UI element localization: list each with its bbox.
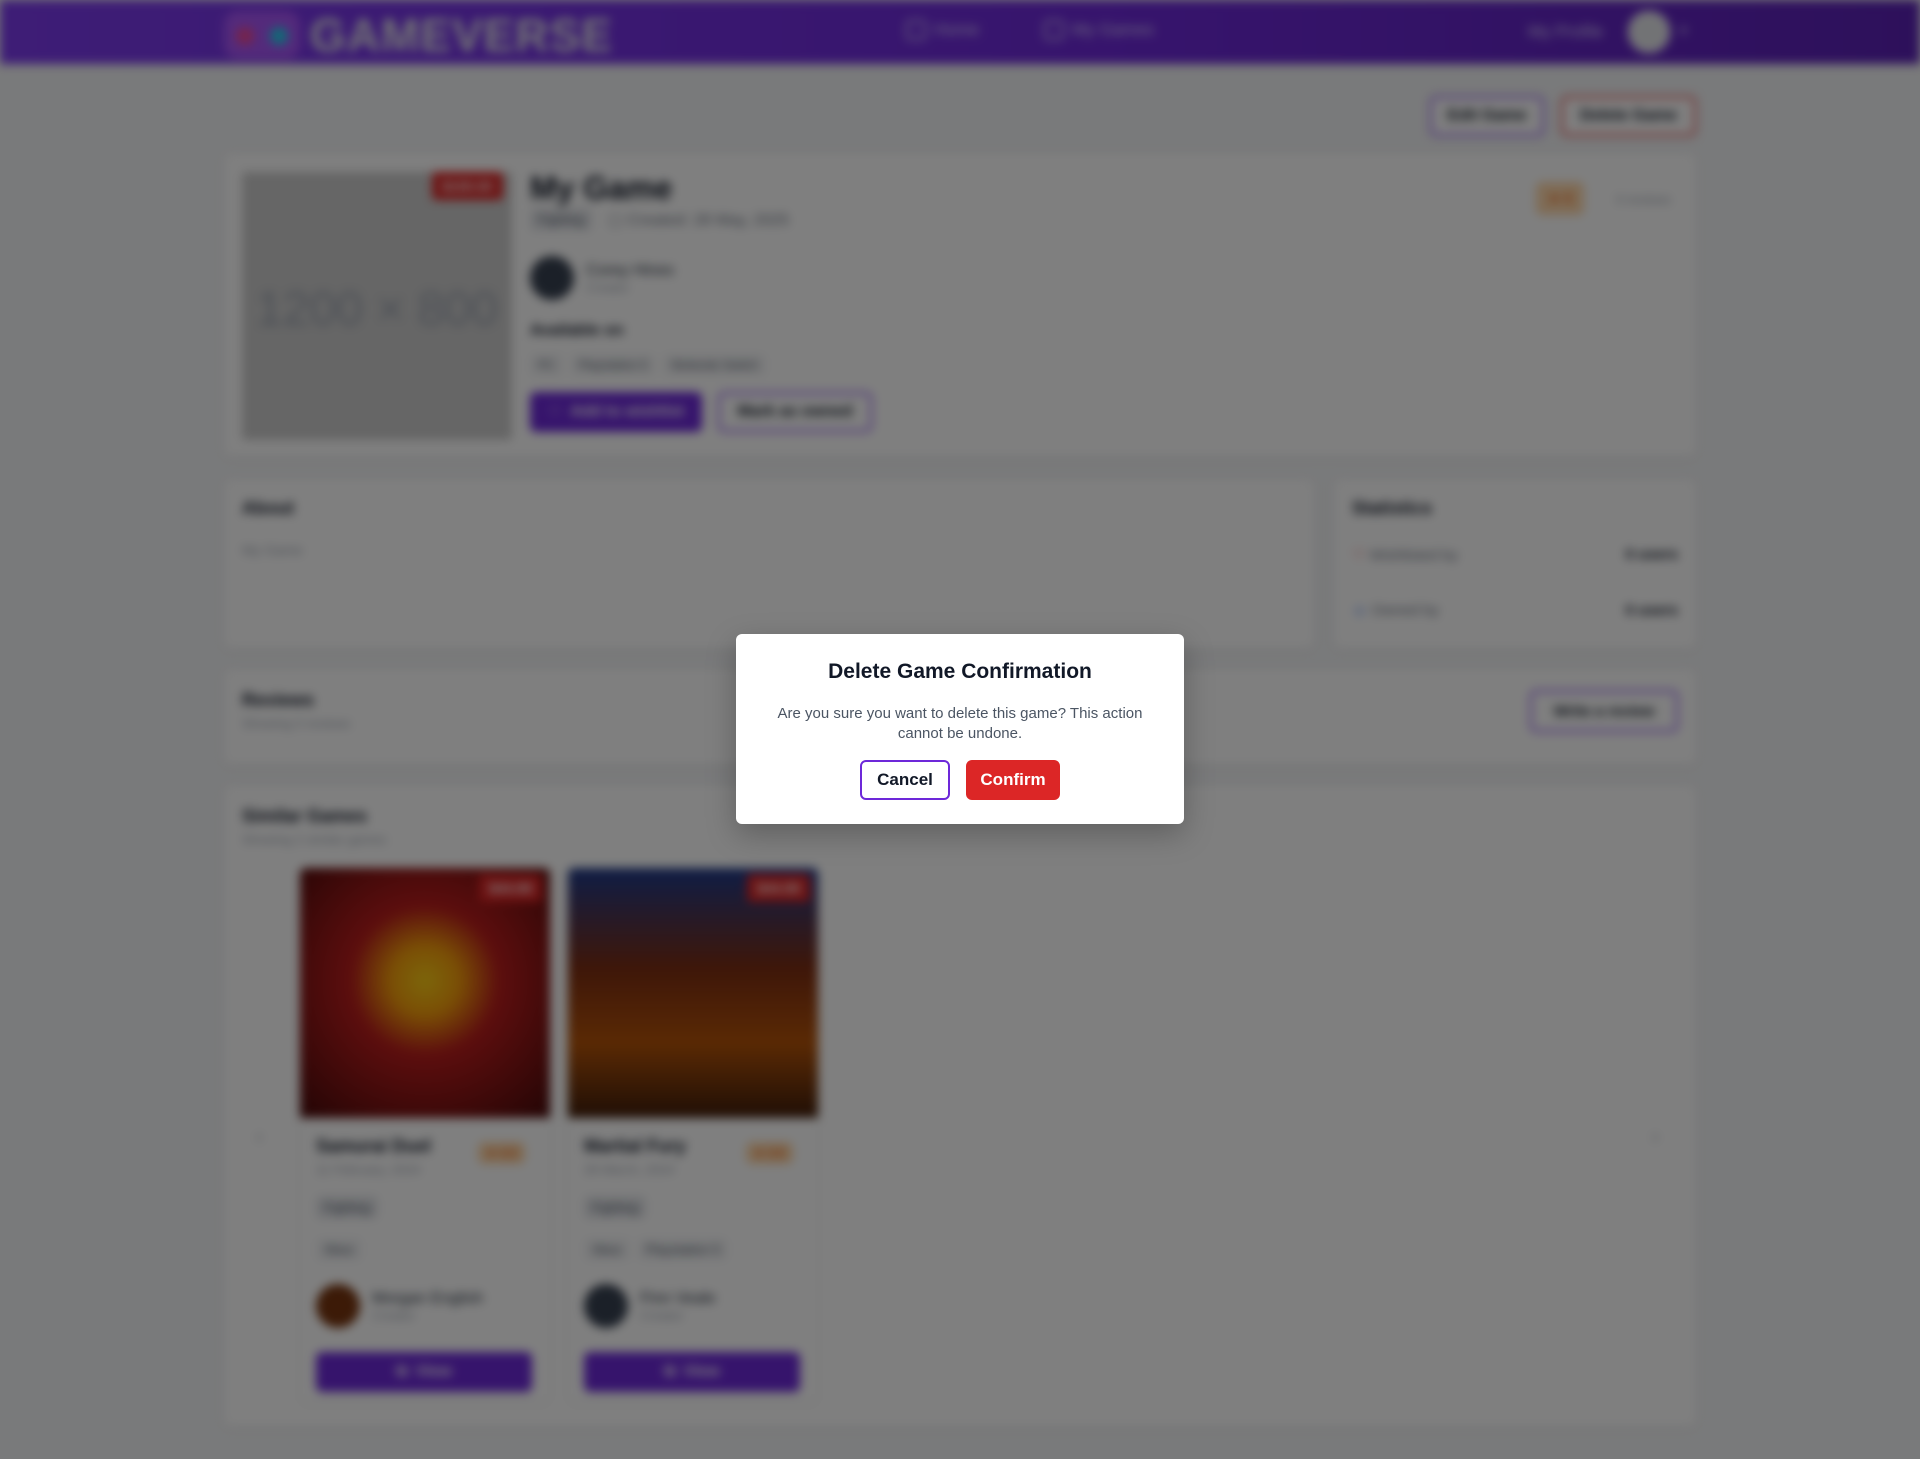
delete-confirmation-dialog: Delete Game Confirmation Are you sure yo… [736,634,1184,824]
confirm-button[interactable]: Confirm [966,760,1060,800]
dialog-message: Are you sure you want to delete this gam… [777,705,1143,742]
cancel-button[interactable]: Cancel [860,760,950,800]
dialog-title: Delete Game Confirmation [828,660,1092,683]
